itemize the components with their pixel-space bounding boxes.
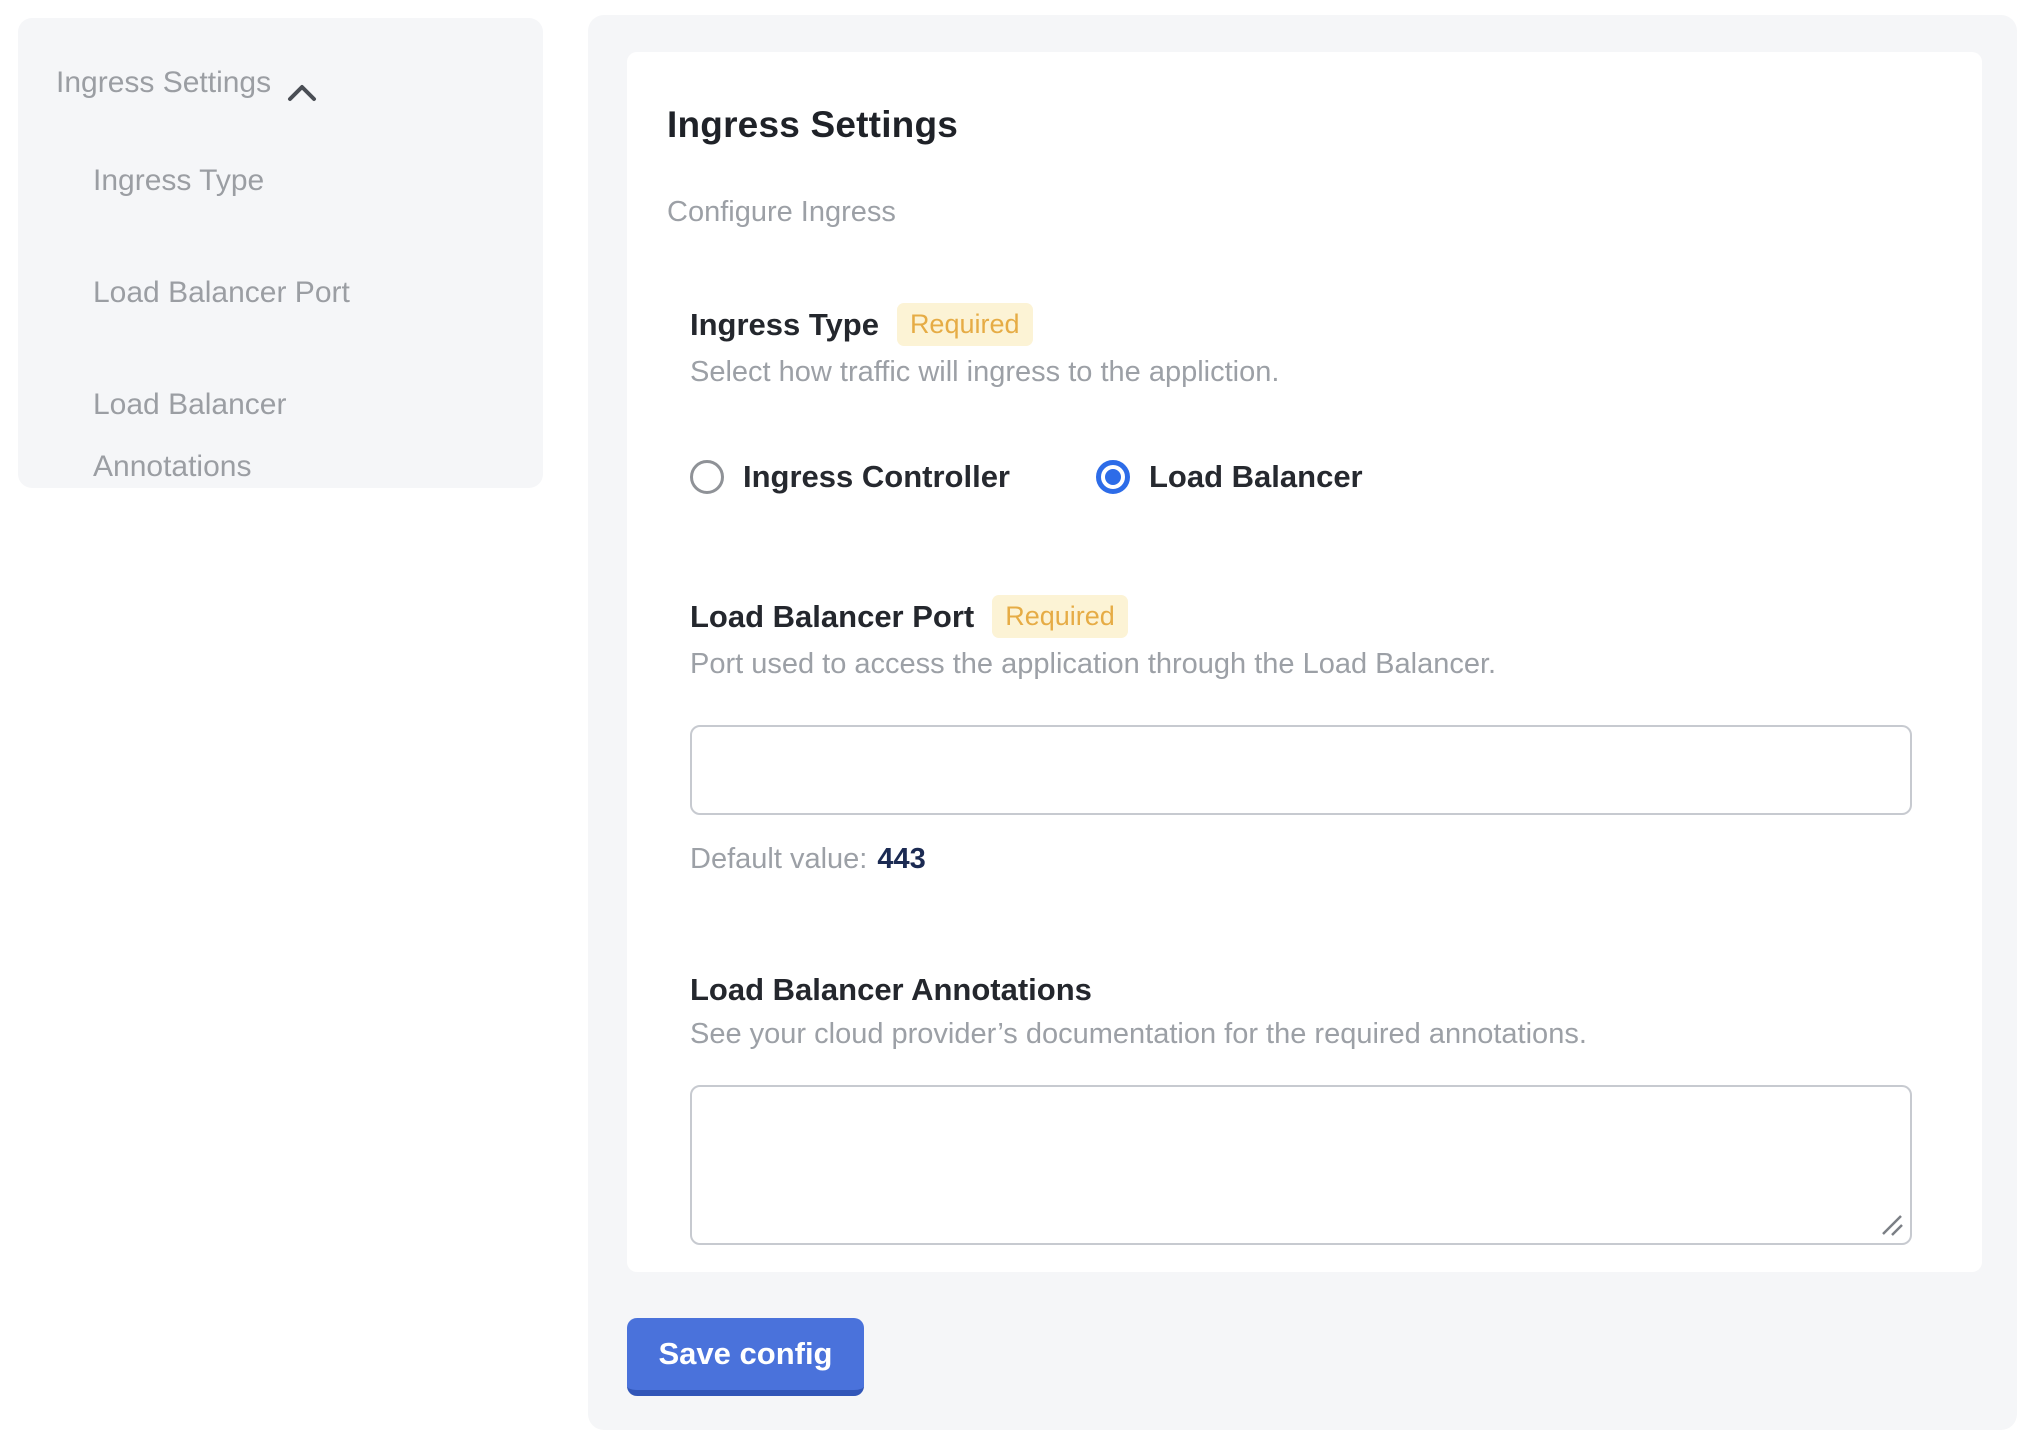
- ingress-type-section: Ingress Type Required Select how traffic…: [690, 303, 1942, 495]
- settings-sidebar: Ingress Settings Ingress Type Load Balan…: [18, 18, 543, 488]
- load-balancer-annotations-description: See your cloud provider’s documentation …: [690, 1018, 1942, 1051]
- annotations-textarea-wrap: [690, 1085, 1912, 1245]
- default-value-number: 443: [877, 843, 925, 876]
- chevron-up-icon: [287, 76, 317, 94]
- radio-option-load-balancer[interactable]: Load Balancer: [1096, 459, 1363, 495]
- radio-unselected-icon[interactable]: [690, 460, 724, 494]
- load-balancer-port-label: Load Balancer Port: [690, 599, 974, 635]
- sidebar-item-load-balancer-annotations[interactable]: Load Balancer Annotations: [93, 374, 393, 498]
- ingress-type-label: Ingress Type: [690, 307, 879, 343]
- radio-selected-icon[interactable]: [1096, 460, 1130, 494]
- sidebar-section-ingress-settings[interactable]: Ingress Settings: [56, 66, 513, 100]
- sidebar-item-list: Ingress Type Load Balancer Port Load Bal…: [93, 150, 513, 498]
- required-badge: Required: [992, 595, 1128, 638]
- ingress-type-description: Select how traffic will ingress to the a…: [690, 356, 1942, 389]
- load-balancer-port-description: Port used to access the application thro…: [690, 648, 1942, 681]
- default-value-row: Default value: 443: [690, 843, 1942, 876]
- save-config-button[interactable]: Save config: [627, 1318, 864, 1396]
- ingress-settings-card: Ingress Settings Configure Ingress Ingre…: [627, 52, 1982, 1272]
- load-balancer-port-section: Load Balancer Port Required Port used to…: [690, 595, 1942, 876]
- radio-option-ingress-controller[interactable]: Ingress Controller: [690, 459, 1010, 495]
- load-balancer-annotations-label: Load Balancer Annotations: [690, 972, 1092, 1008]
- load-balancer-annotations-section: Load Balancer Annotations See your cloud…: [690, 972, 1942, 1245]
- sidebar-item-load-balancer-port[interactable]: Load Balancer Port: [93, 262, 393, 324]
- load-balancer-port-input[interactable]: [690, 725, 1912, 815]
- main-panel: Ingress Settings Configure Ingress Ingre…: [588, 15, 2017, 1430]
- default-value-label: Default value:: [690, 843, 867, 876]
- load-balancer-annotations-textarea[interactable]: [690, 1085, 1912, 1245]
- form-sections: Ingress Type Required Select how traffic…: [690, 303, 1942, 1245]
- sidebar-item-ingress-type[interactable]: Ingress Type: [93, 150, 393, 212]
- required-badge: Required: [897, 303, 1033, 346]
- page-subtitle: Configure Ingress: [667, 196, 1942, 229]
- radio-label-load-balancer: Load Balancer: [1149, 459, 1363, 495]
- radio-label-ingress-controller: Ingress Controller: [743, 459, 1010, 495]
- ingress-type-radio-group: Ingress Controller Load Balancer: [690, 459, 1942, 495]
- sidebar-section-label: Ingress Settings: [56, 66, 271, 100]
- page-title: Ingress Settings: [667, 104, 1942, 146]
